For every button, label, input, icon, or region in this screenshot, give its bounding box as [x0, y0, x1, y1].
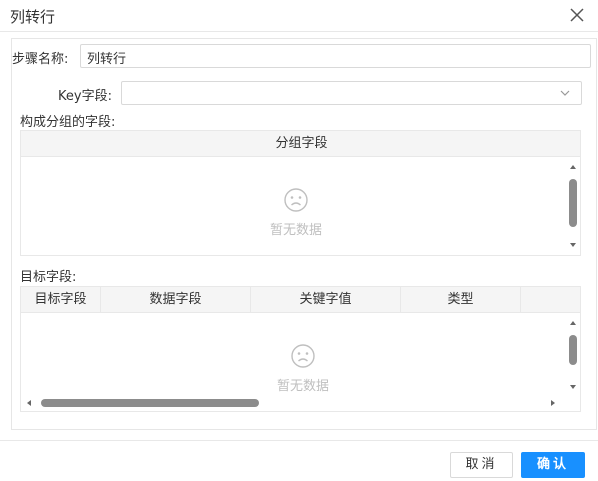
scroll-left-arrow-icon[interactable]	[25, 397, 33, 409]
scroll-down-arrow-icon[interactable]	[567, 383, 579, 391]
target-section-label: 目标字段:	[20, 270, 77, 285]
key-field-label: Key字段:	[58, 89, 112, 104]
column-header-extra	[521, 287, 580, 313]
group-table-vscrollbar[interactable]	[567, 161, 579, 253]
close-icon[interactable]	[566, 4, 588, 26]
key-field-select[interactable]	[121, 81, 582, 105]
scroll-up-arrow-icon[interactable]	[567, 319, 579, 327]
dialog-title: 列转行	[10, 8, 56, 26]
group-table-empty: 暂无数据	[251, 187, 341, 238]
target-table: 目标字段 数据字段 关键字值 类型 暂无数据	[20, 286, 581, 412]
cancel-button[interactable]: 取消	[450, 452, 513, 478]
column-header-data-field[interactable]: 数据字段	[101, 287, 251, 313]
step-name-label: 步骤名称:	[12, 52, 69, 67]
target-table-vscrollbar[interactable]	[567, 317, 579, 395]
target-table-vscroll-thumb[interactable]	[569, 335, 577, 365]
chevron-down-icon	[559, 87, 571, 99]
column-header-target-field[interactable]: 目标字段	[21, 287, 101, 313]
sad-face-icon	[291, 344, 315, 368]
group-section-label: 构成分组的字段:	[20, 115, 116, 130]
target-table-hscroll-thumb[interactable]	[41, 399, 259, 407]
scroll-down-arrow-icon[interactable]	[567, 241, 579, 249]
step-name-input[interactable]: 列转行	[80, 44, 591, 68]
target-table-empty: 暂无数据	[258, 343, 348, 394]
sad-face-icon	[284, 188, 308, 212]
target-table-header: 目标字段 数据字段 关键字值 类型	[21, 287, 580, 313]
target-table-empty-text: 暂无数据	[276, 379, 329, 394]
scroll-up-arrow-icon[interactable]	[567, 163, 579, 171]
group-table-header: 分组字段	[21, 131, 580, 157]
group-table-empty-text: 暂无数据	[269, 223, 322, 238]
group-table: 分组字段 暂无数据	[20, 130, 581, 256]
dialog-body: 步骤名称: 列转行 Key字段: 构成分组的字段: 分组字段 暂无数据 目标字段…	[11, 38, 597, 430]
group-table-vscroll-thumb[interactable]	[569, 179, 577, 227]
target-table-hscrollbar[interactable]	[23, 397, 563, 409]
dialog-footer: 取消 确认	[0, 440, 598, 481]
column-header-group-field[interactable]: 分组字段	[21, 131, 580, 157]
column-header-type[interactable]: 类型	[401, 287, 521, 313]
dialog-titlebar: 列转行	[0, 0, 598, 32]
ok-button[interactable]: 确认	[521, 452, 585, 478]
column-header-key-value[interactable]: 关键字值	[251, 287, 401, 313]
scroll-right-arrow-icon[interactable]	[549, 397, 557, 409]
